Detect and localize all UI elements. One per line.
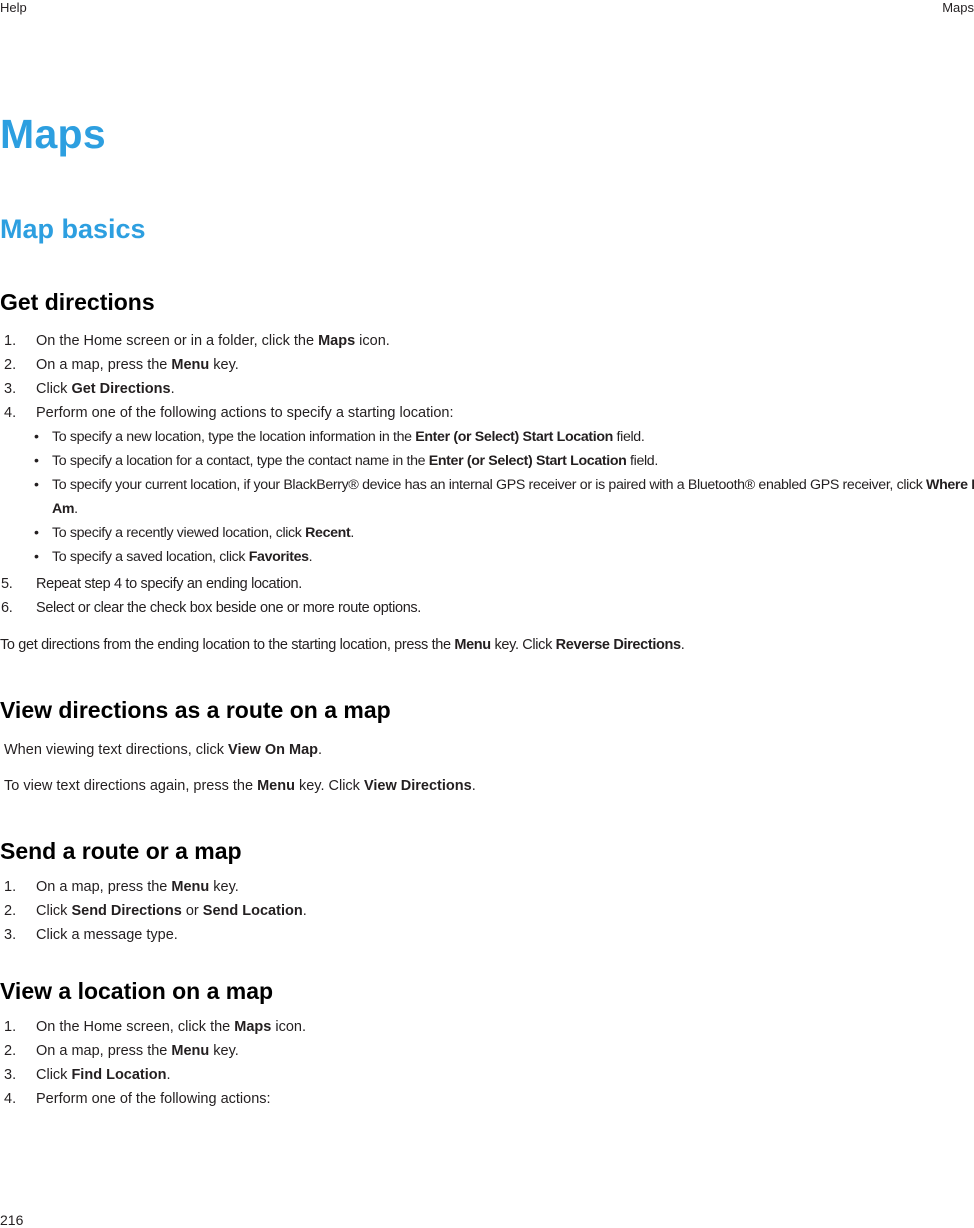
header-left: Help	[0, 0, 27, 15]
topic-title-view-location: View a location on a map	[0, 978, 274, 1004]
step-item: 6. Select or clear the check box beside o…	[1, 600, 421, 616]
bullet-icon: •	[34, 549, 39, 565]
step-item: 4. Perform one of the following actions t…	[0, 401, 974, 569]
view-route-para-1: When viewing text directions, click View…	[4, 742, 323, 758]
bullet-item: • To specify a recently viewed location, …	[26, 521, 974, 545]
bullet-icon: •	[34, 429, 39, 445]
step-item: 3. Click a message type.	[4, 927, 178, 943]
view-route-para-2: To view text directions again, press the…	[4, 778, 476, 794]
start-location-options: • To specify a new location, type the loc…	[26, 425, 974, 569]
bullet-item: • To specify a saved location, click Favo…	[26, 545, 974, 569]
topic-title-send-route: Send a route or a map	[0, 838, 242, 864]
step-item: 2. On a map, press the Menu key.	[4, 357, 239, 373]
reverse-directions-note: To get directions from the ending locati…	[0, 637, 685, 653]
step-item: 1. On the Home screen or in a folder, cli…	[4, 333, 390, 349]
bullet-item: • To specify a new location, type the loc…	[26, 425, 974, 449]
topic-title-view-route: View directions as a route on a map	[0, 697, 391, 723]
view-location-steps: 1. On the Home screen, click the Maps ico…	[0, 1015, 306, 1111]
bullet-item: • To specify your current location, if yo…	[26, 473, 974, 521]
running-header: Help Maps	[0, 0, 974, 16]
topic-title-get-directions: Get directions	[0, 289, 155, 315]
header-right: Maps	[942, 0, 974, 15]
step-item: 3. Click Get Directions.	[4, 381, 175, 397]
step-item: 4. Perform one of the following actions:	[4, 1091, 271, 1107]
get-directions-steps-continued: 5. Repeat step 4 to specify an ending loc…	[0, 572, 421, 620]
step-item: 1. On a map, press the Menu key.	[4, 879, 239, 895]
bullet-item: • To specify a location for a contact, ty…	[26, 449, 974, 473]
chapter-title: Maps	[0, 111, 107, 157]
page-number: 216	[0, 1212, 24, 1228]
bullet-icon: •	[34, 477, 39, 493]
bullet-icon: •	[34, 525, 39, 541]
step-item: 5. Repeat step 4 to specify an ending loc…	[1, 576, 302, 592]
get-directions-steps: 1. On the Home screen or in a folder, cli…	[0, 329, 974, 569]
step-item: 3. Click Find Location.	[4, 1067, 171, 1083]
send-route-steps: 1. On a map, press the Menu key. 2. Click …	[0, 875, 307, 947]
step-item: 1. On the Home screen, click the Maps ico…	[4, 1019, 306, 1035]
step-item: 2. Click Send Directions or Send Location…	[4, 903, 307, 919]
bullet-icon: •	[34, 453, 39, 469]
step-item: 2. On a map, press the Menu key.	[4, 1043, 239, 1059]
section-title: Map basics	[0, 214, 146, 244]
